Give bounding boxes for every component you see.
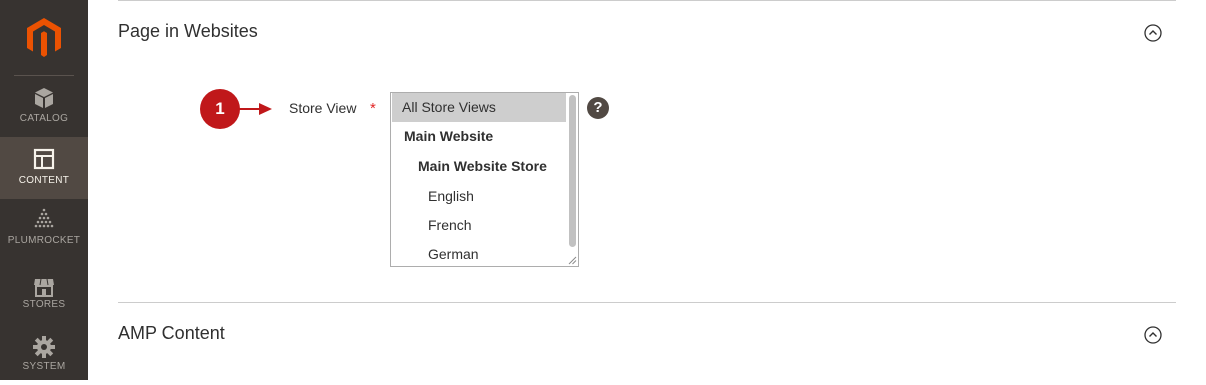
section-divider-top — [118, 0, 1176, 1]
gear-icon — [33, 336, 55, 358]
magento-logo-icon — [27, 18, 61, 57]
sidebar-item-label: CATALOG — [19, 113, 69, 124]
option-all-store-views[interactable]: All Store Views — [392, 93, 566, 122]
option-main-website-store[interactable]: Main Website Store — [392, 152, 566, 181]
sidebar-item-catalog[interactable]: CATALOG — [0, 76, 88, 138]
section-title-amp[interactable]: AMP Content — [118, 323, 225, 344]
admin-sidebar: CATALOG CONTENT PLUMROCKET STORES SYSTEM — [0, 0, 88, 380]
scrollbar-thumb[interactable] — [569, 95, 576, 247]
storefront-icon — [34, 278, 54, 297]
arrow-right-icon — [239, 103, 272, 115]
option-german[interactable]: German — [392, 240, 566, 266]
sidebar-item-plumrocket[interactable]: PLUMROCKET — [0, 199, 88, 261]
box-icon — [35, 88, 53, 108]
sidebar-item-label: STORES — [22, 299, 66, 310]
sidebar-item-label: SYSTEM — [22, 361, 66, 372]
required-asterisk: * — [370, 100, 376, 117]
option-english[interactable]: English — [392, 182, 566, 211]
sidebar-item-stores[interactable]: STORES — [0, 261, 88, 323]
store-view-label: Store View — [289, 100, 357, 116]
magento-logo[interactable] — [0, 0, 88, 76]
section-title-websites[interactable]: Page in Websites — [118, 21, 258, 42]
collapse-chevron-up-icon[interactable] — [1144, 24, 1162, 42]
step-number-badge: 1 — [200, 89, 240, 129]
multiselect-scrollbar[interactable] — [567, 95, 577, 249]
store-view-multiselect[interactable]: All Store Views Main Website Main Websit… — [390, 92, 579, 267]
sidebar-item-label: PLUMROCKET — [7, 235, 81, 246]
pyramid-icon — [34, 208, 54, 228]
section-divider-amp — [118, 302, 1176, 303]
layout-icon — [33, 148, 55, 170]
sidebar-item-label: CONTENT — [18, 175, 70, 186]
option-french[interactable]: French — [392, 211, 566, 240]
option-main-website[interactable]: Main Website — [392, 122, 566, 151]
help-icon[interactable]: ? — [587, 97, 609, 119]
resize-handle-icon[interactable] — [567, 255, 577, 265]
collapse-chevron-up-icon[interactable] — [1144, 326, 1162, 344]
sidebar-item-content[interactable]: CONTENT — [0, 137, 88, 199]
sidebar-item-system[interactable]: SYSTEM — [0, 323, 88, 385]
